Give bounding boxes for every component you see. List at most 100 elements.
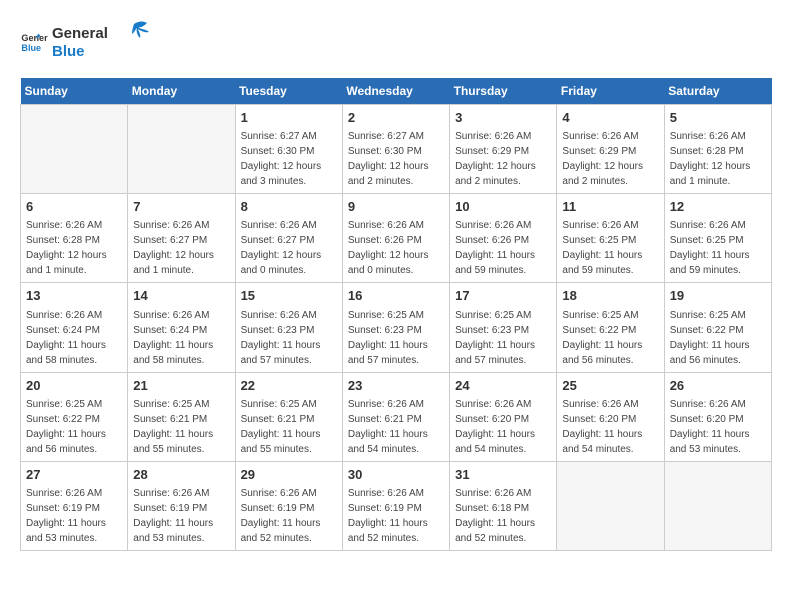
weekday-header-wednesday: Wednesday (342, 78, 449, 105)
calendar-cell (21, 105, 128, 194)
day-number: 19 (670, 287, 766, 305)
day-info: Sunrise: 6:26 AMSunset: 6:24 PMDaylight:… (133, 308, 229, 368)
day-number: 17 (455, 287, 551, 305)
calendar-cell: 17 Sunrise: 6:25 AMSunset: 6:23 PMDaylig… (450, 283, 557, 372)
day-info: Sunrise: 6:25 AMSunset: 6:22 PMDaylight:… (26, 397, 122, 457)
svg-text:General: General (21, 33, 48, 43)
calendar-cell: 13 Sunrise: 6:26 AMSunset: 6:24 PMDaylig… (21, 283, 128, 372)
calendar-cell: 14 Sunrise: 6:26 AMSunset: 6:24 PMDaylig… (128, 283, 235, 372)
calendar-cell (557, 461, 664, 550)
calendar-cell: 18 Sunrise: 6:25 AMSunset: 6:22 PMDaylig… (557, 283, 664, 372)
day-info: Sunrise: 6:26 AMSunset: 6:26 PMDaylight:… (455, 218, 551, 278)
calendar-cell: 6 Sunrise: 6:26 AMSunset: 6:28 PMDayligh… (21, 194, 128, 283)
calendar-cell: 21 Sunrise: 6:25 AMSunset: 6:21 PMDaylig… (128, 372, 235, 461)
day-info: Sunrise: 6:25 AMSunset: 6:22 PMDaylight:… (670, 308, 766, 368)
weekday-header-thursday: Thursday (450, 78, 557, 105)
day-info: Sunrise: 6:26 AMSunset: 6:20 PMDaylight:… (670, 397, 766, 457)
day-info: Sunrise: 6:26 AMSunset: 6:23 PMDaylight:… (241, 308, 337, 368)
calendar-cell: 3 Sunrise: 6:26 AMSunset: 6:29 PMDayligh… (450, 105, 557, 194)
day-number: 3 (455, 109, 551, 127)
logo-icon: General Blue (20, 27, 48, 55)
day-info: Sunrise: 6:25 AMSunset: 6:21 PMDaylight:… (133, 397, 229, 457)
day-info: Sunrise: 6:26 AMSunset: 6:25 PMDaylight:… (670, 218, 766, 278)
day-number: 28 (133, 466, 229, 484)
day-number: 7 (133, 198, 229, 216)
day-number: 14 (133, 287, 229, 305)
day-number: 12 (670, 198, 766, 216)
day-info: Sunrise: 6:26 AMSunset: 6:25 PMDaylight:… (562, 218, 658, 278)
calendar-cell: 31 Sunrise: 6:26 AMSunset: 6:18 PMDaylig… (450, 461, 557, 550)
day-number: 23 (348, 377, 444, 395)
day-info: Sunrise: 6:26 AMSunset: 6:29 PMDaylight:… (562, 129, 658, 189)
calendar-week-2: 6 Sunrise: 6:26 AMSunset: 6:28 PMDayligh… (21, 194, 772, 283)
page-header: General Blue General Blue (20, 20, 772, 62)
logo-bird-icon: General Blue (52, 20, 152, 62)
weekday-header-saturday: Saturday (664, 78, 771, 105)
day-info: Sunrise: 6:26 AMSunset: 6:21 PMDaylight:… (348, 397, 444, 457)
day-number: 26 (670, 377, 766, 395)
calendar-cell: 5 Sunrise: 6:26 AMSunset: 6:28 PMDayligh… (664, 105, 771, 194)
day-number: 2 (348, 109, 444, 127)
calendar-cell: 15 Sunrise: 6:26 AMSunset: 6:23 PMDaylig… (235, 283, 342, 372)
day-info: Sunrise: 6:25 AMSunset: 6:22 PMDaylight:… (562, 308, 658, 368)
day-info: Sunrise: 6:25 AMSunset: 6:23 PMDaylight:… (348, 308, 444, 368)
day-number: 4 (562, 109, 658, 127)
calendar-cell: 8 Sunrise: 6:26 AMSunset: 6:27 PMDayligh… (235, 194, 342, 283)
day-info: Sunrise: 6:26 AMSunset: 6:28 PMDaylight:… (26, 218, 122, 278)
weekday-header-monday: Monday (128, 78, 235, 105)
day-number: 5 (670, 109, 766, 127)
svg-text:Blue: Blue (52, 43, 85, 60)
calendar-cell: 29 Sunrise: 6:26 AMSunset: 6:19 PMDaylig… (235, 461, 342, 550)
calendar-cell: 20 Sunrise: 6:25 AMSunset: 6:22 PMDaylig… (21, 372, 128, 461)
day-number: 27 (26, 466, 122, 484)
day-info: Sunrise: 6:26 AMSunset: 6:29 PMDaylight:… (455, 129, 551, 189)
weekday-header-tuesday: Tuesday (235, 78, 342, 105)
day-number: 13 (26, 287, 122, 305)
day-info: Sunrise: 6:26 AMSunset: 6:19 PMDaylight:… (26, 486, 122, 546)
calendar-cell: 12 Sunrise: 6:26 AMSunset: 6:25 PMDaylig… (664, 194, 771, 283)
day-info: Sunrise: 6:26 AMSunset: 6:28 PMDaylight:… (670, 129, 766, 189)
calendar-week-5: 27 Sunrise: 6:26 AMSunset: 6:19 PMDaylig… (21, 461, 772, 550)
day-info: Sunrise: 6:26 AMSunset: 6:26 PMDaylight:… (348, 218, 444, 278)
day-number: 22 (241, 377, 337, 395)
day-number: 10 (455, 198, 551, 216)
calendar-cell: 26 Sunrise: 6:26 AMSunset: 6:20 PMDaylig… (664, 372, 771, 461)
calendar-cell (128, 105, 235, 194)
calendar-cell: 25 Sunrise: 6:26 AMSunset: 6:20 PMDaylig… (557, 372, 664, 461)
weekday-header-row: SundayMondayTuesdayWednesdayThursdayFrid… (21, 78, 772, 105)
day-info: Sunrise: 6:26 AMSunset: 6:20 PMDaylight:… (562, 397, 658, 457)
day-number: 25 (562, 377, 658, 395)
day-number: 9 (348, 198, 444, 216)
day-info: Sunrise: 6:27 AMSunset: 6:30 PMDaylight:… (348, 129, 444, 189)
calendar-cell (664, 461, 771, 550)
day-number: 20 (26, 377, 122, 395)
day-info: Sunrise: 6:26 AMSunset: 6:27 PMDaylight:… (133, 218, 229, 278)
calendar-cell: 24 Sunrise: 6:26 AMSunset: 6:20 PMDaylig… (450, 372, 557, 461)
calendar-cell: 4 Sunrise: 6:26 AMSunset: 6:29 PMDayligh… (557, 105, 664, 194)
day-number: 18 (562, 287, 658, 305)
day-info: Sunrise: 6:26 AMSunset: 6:19 PMDaylight:… (133, 486, 229, 546)
calendar-cell: 1 Sunrise: 6:27 AMSunset: 6:30 PMDayligh… (235, 105, 342, 194)
day-info: Sunrise: 6:26 AMSunset: 6:20 PMDaylight:… (455, 397, 551, 457)
weekday-header-sunday: Sunday (21, 78, 128, 105)
calendar-week-4: 20 Sunrise: 6:25 AMSunset: 6:22 PMDaylig… (21, 372, 772, 461)
day-number: 8 (241, 198, 337, 216)
day-number: 1 (241, 109, 337, 127)
calendar-cell: 7 Sunrise: 6:26 AMSunset: 6:27 PMDayligh… (128, 194, 235, 283)
weekday-header-friday: Friday (557, 78, 664, 105)
day-number: 11 (562, 198, 658, 216)
day-number: 6 (26, 198, 122, 216)
day-number: 16 (348, 287, 444, 305)
day-info: Sunrise: 6:26 AMSunset: 6:19 PMDaylight:… (348, 486, 444, 546)
calendar-cell: 16 Sunrise: 6:25 AMSunset: 6:23 PMDaylig… (342, 283, 449, 372)
day-number: 24 (455, 377, 551, 395)
day-number: 21 (133, 377, 229, 395)
calendar-week-1: 1 Sunrise: 6:27 AMSunset: 6:30 PMDayligh… (21, 105, 772, 194)
day-number: 30 (348, 466, 444, 484)
calendar-cell: 22 Sunrise: 6:25 AMSunset: 6:21 PMDaylig… (235, 372, 342, 461)
day-info: Sunrise: 6:26 AMSunset: 6:27 PMDaylight:… (241, 218, 337, 278)
calendar-cell: 11 Sunrise: 6:26 AMSunset: 6:25 PMDaylig… (557, 194, 664, 283)
day-info: Sunrise: 6:26 AMSunset: 6:19 PMDaylight:… (241, 486, 337, 546)
calendar-week-3: 13 Sunrise: 6:26 AMSunset: 6:24 PMDaylig… (21, 283, 772, 372)
calendar-cell: 10 Sunrise: 6:26 AMSunset: 6:26 PMDaylig… (450, 194, 557, 283)
